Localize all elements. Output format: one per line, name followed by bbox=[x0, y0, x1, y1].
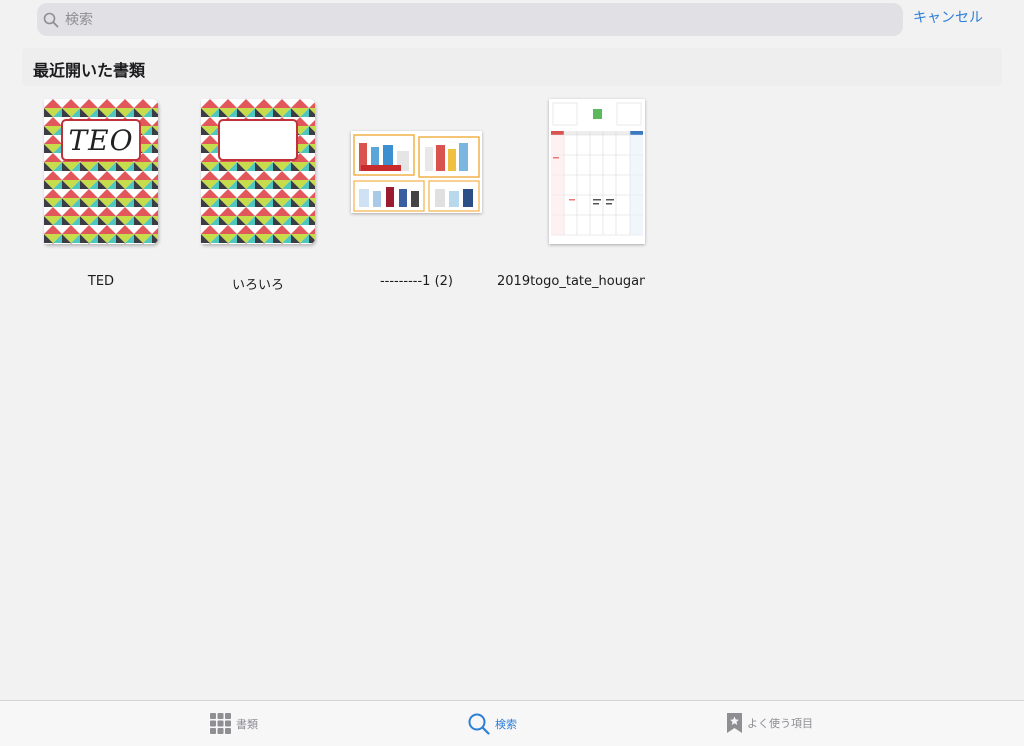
search-icon bbox=[468, 713, 490, 735]
tab-documents[interactable]: 書類 bbox=[210, 713, 258, 734]
search-row bbox=[37, 3, 1024, 36]
cover-label: TEO bbox=[61, 119, 141, 161]
tab-favorites[interactable]: よく使う項目 bbox=[727, 713, 813, 733]
search-icon bbox=[43, 12, 59, 27]
section-title: 最近開いた書類 bbox=[33, 61, 146, 80]
tab-label: 書類 bbox=[236, 717, 258, 731]
tab-label: 検索 bbox=[495, 718, 517, 731]
recent-documents-header: 最近開いた書類 bbox=[22, 48, 1002, 86]
document-name: TED bbox=[87, 274, 115, 289]
notebook-cover-thumbnail[interactable]: TEO bbox=[44, 99, 158, 244]
document-name: ---------1 (2) bbox=[379, 274, 454, 289]
cover-label bbox=[218, 119, 298, 161]
tab-search[interactable]: 検索 bbox=[468, 713, 517, 735]
cover-handwriting: TEO bbox=[68, 123, 134, 157]
document-thumbnail[interactable] bbox=[351, 131, 482, 213]
search-input[interactable] bbox=[65, 11, 865, 28]
tab-bar: 書類 検索 よく使う項目 bbox=[0, 700, 1024, 746]
document-name: いろいろ bbox=[231, 278, 284, 293]
document-name: 2019togo_tate_hougan bbox=[497, 274, 645, 289]
document-thumbnail[interactable] bbox=[549, 99, 645, 244]
notebook-cover-thumbnail[interactable] bbox=[201, 99, 315, 244]
search-field[interactable] bbox=[37, 3, 903, 36]
cancel-button[interactable]: キャンセル bbox=[913, 7, 983, 27]
grid-icon bbox=[210, 713, 231, 734]
tab-label: よく使う項目 bbox=[747, 717, 813, 730]
bookmark-star-icon bbox=[727, 713, 742, 733]
